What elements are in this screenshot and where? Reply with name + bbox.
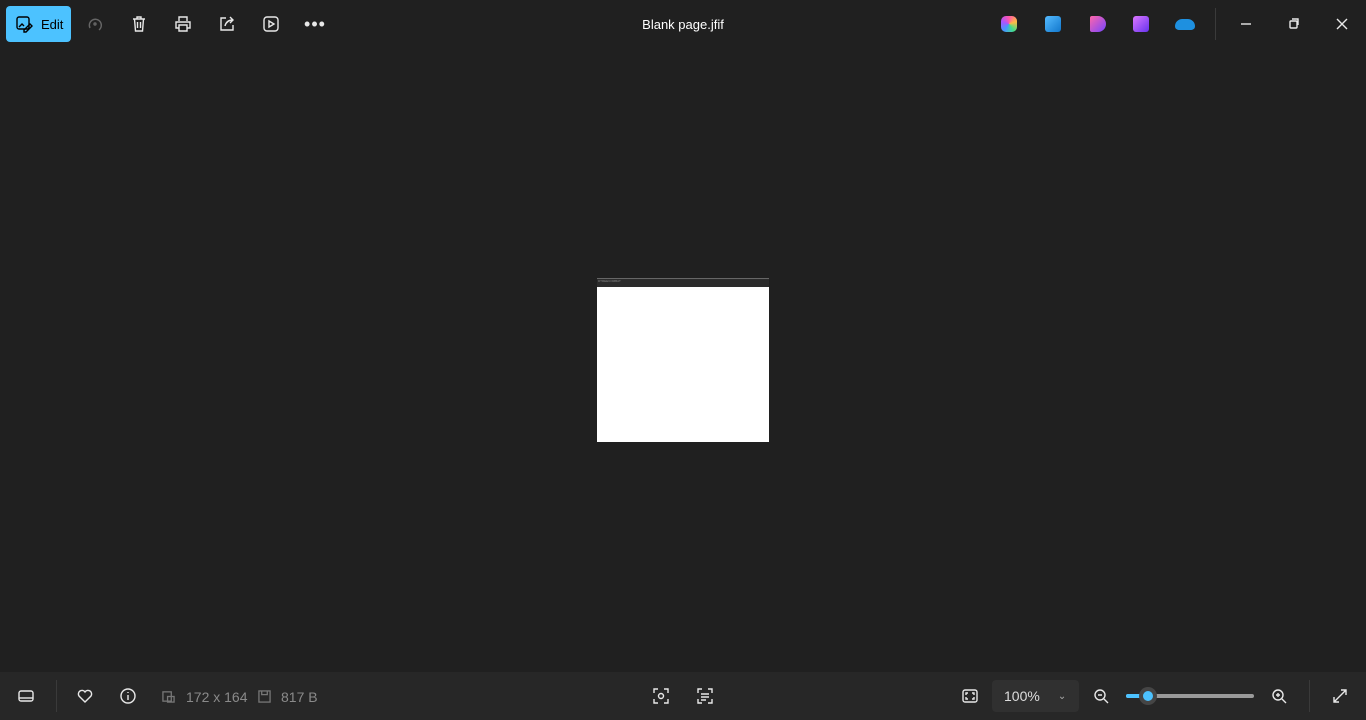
copilot-icon[interactable] xyxy=(1001,16,1017,32)
image-dimensions: 172 x 164 xyxy=(186,689,248,705)
zoom-out-icon xyxy=(1094,689,1109,704)
close-button[interactable] xyxy=(1326,8,1358,40)
zoom-level-dropdown[interactable]: 100% ⌄ xyxy=(992,680,1079,712)
filmstrip-button[interactable] xyxy=(10,680,42,712)
restore-button[interactable] xyxy=(1278,8,1310,40)
status-bar: 172 x 164 817 B 100% ⌄ xyxy=(0,672,1366,720)
save-disk-icon xyxy=(258,690,271,703)
image-preview[interactable]: DTREECOMBAT xyxy=(597,278,769,442)
expand-icon xyxy=(1333,689,1347,703)
divider xyxy=(1309,680,1310,712)
zoom-in-button[interactable] xyxy=(1263,680,1295,712)
zoom-slider-thumb[interactable] xyxy=(1138,687,1157,705)
onedrive-icon[interactable] xyxy=(1175,19,1195,30)
full-screen-button[interactable] xyxy=(1324,680,1356,712)
file-title: Blank page.jfif xyxy=(642,17,724,32)
file-size: 817 B xyxy=(281,689,318,705)
info-icon xyxy=(120,688,136,704)
chevron-down-icon: ⌄ xyxy=(1057,690,1067,702)
photos-app-icon[interactable] xyxy=(1045,16,1061,32)
visual-search-button[interactable] xyxy=(645,680,677,712)
favorite-button[interactable] xyxy=(69,680,101,712)
image-header: DTREECOMBAT xyxy=(597,278,769,287)
clipchamp-icon[interactable] xyxy=(1133,16,1149,32)
scan-text-icon xyxy=(697,688,713,704)
minimize-icon xyxy=(1241,23,1251,25)
heart-icon xyxy=(77,689,93,703)
zoom-slider[interactable] xyxy=(1126,687,1254,705)
zoom-out-button[interactable] xyxy=(1085,680,1117,712)
fit-to-window-button[interactable] xyxy=(954,680,986,712)
divider xyxy=(56,680,57,712)
file-info-button[interactable] xyxy=(112,680,144,712)
zoom-level-value: 100% xyxy=(1004,688,1040,704)
divider xyxy=(1215,8,1216,40)
filmstrip-icon xyxy=(18,690,34,702)
dimensions-icon xyxy=(162,691,175,703)
close-icon xyxy=(1336,18,1348,30)
scan-text-button[interactable] xyxy=(689,680,721,712)
restore-icon xyxy=(1289,18,1299,29)
designer-icon[interactable] xyxy=(1090,16,1106,32)
title-bar: Edit ••• Blank page.jfif xyxy=(0,0,1366,48)
zoom-in-icon xyxy=(1272,689,1287,704)
fit-screen-icon xyxy=(962,689,978,703)
minimize-button[interactable] xyxy=(1230,8,1262,40)
visual-search-icon xyxy=(653,688,669,704)
